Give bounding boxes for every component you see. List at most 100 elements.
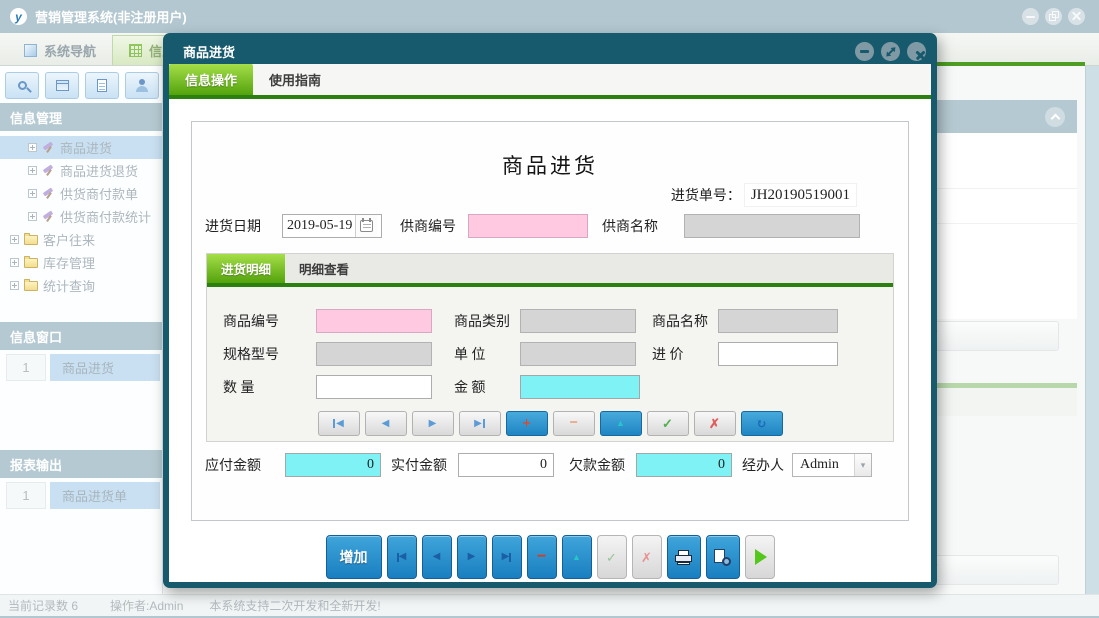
product-name-label: 商品名称 (652, 311, 716, 331)
user-icon (136, 79, 148, 92)
delete-button[interactable]: − (527, 535, 557, 579)
cancel-record-button[interactable]: ✗ (694, 411, 736, 436)
dialog-minimize-button[interactable] (855, 42, 874, 61)
next-record-button[interactable]: ▶ (412, 411, 454, 436)
paid-input[interactable]: 0 (458, 453, 554, 477)
purchase-date-field[interactable]: 2019-05-19 (282, 214, 382, 238)
status-bar: 当前记录数 6 操作者:Admin 本系统支持二次开发和全新开发! (0, 594, 1099, 616)
expand-icon[interactable] (28, 166, 37, 175)
product-code-input[interactable] (316, 309, 432, 333)
expand-icon[interactable] (10, 258, 19, 267)
dropdown-arrow-icon: ▾ (854, 454, 871, 476)
minimize-button[interactable] (1022, 8, 1039, 25)
tree-item-label: 商品进货 (60, 138, 112, 157)
add-button[interactable]: 增加 (326, 535, 382, 579)
close-button[interactable] (1068, 8, 1085, 25)
chevron-up-icon (1050, 114, 1060, 124)
order-number-value: JH20190519001 (745, 184, 856, 206)
calendar-button[interactable] (355, 215, 377, 237)
tree-item-customers[interactable]: 客户往来 (0, 228, 162, 251)
last-record-button[interactable]: ▶ (492, 535, 522, 579)
play-icon (755, 549, 767, 565)
nav-tree: 商品进货 商品进货退货 供货商付款单 供货商付款统计 客户往来 (0, 136, 162, 297)
tree-item-purchase-return[interactable]: 商品进货退货 (0, 159, 162, 182)
scrollbar[interactable] (1085, 66, 1099, 595)
tree-item-label: 统计查询 (43, 276, 95, 295)
price-input[interactable] (718, 342, 838, 366)
dialog-resize-button[interactable] (881, 42, 900, 61)
next-icon: ▶ (468, 552, 476, 562)
list-item[interactable]: 1 商品进货单 (6, 482, 160, 509)
print-button[interactable] (667, 535, 701, 579)
confirm-button[interactable]: ✓ (597, 535, 627, 579)
expand-icon[interactable] (28, 189, 37, 198)
qty-input[interactable] (316, 375, 432, 399)
operator-info: 操作者:Admin (110, 597, 183, 614)
last-record-button[interactable]: ▶ (459, 411, 501, 436)
purchase-dialog: 商品进货 信息操作 使用指南 商品进货 进货单号： JH20190519001 … (163, 33, 937, 588)
app-logo-icon: y (10, 8, 27, 25)
user-button[interactable] (125, 72, 159, 99)
tab-user-guide[interactable]: 使用指南 (253, 64, 337, 95)
delete-record-button[interactable]: − (553, 411, 595, 436)
post-record-button[interactable]: ✓ (647, 411, 689, 436)
list-item[interactable]: 1 商品进货 (6, 354, 160, 381)
edit-button[interactable]: ▲ (562, 535, 592, 579)
dialog-body: 商品进货 进货单号： JH20190519001 进货日期 2019-05-19… (169, 99, 931, 582)
collapse-button[interactable] (1045, 107, 1065, 127)
row-number: 1 (6, 354, 46, 381)
add-record-button[interactable]: + (506, 411, 548, 436)
record-count: 当前记录数 6 (8, 597, 78, 614)
prev-icon: ◀ (433, 552, 441, 562)
window-controls (1022, 8, 1089, 25)
prev-record-button[interactable]: ◀ (422, 535, 452, 579)
tree-item-supplier-payment[interactable]: 供货商付款单 (0, 182, 162, 205)
grid-icon (129, 44, 142, 57)
window-button[interactable] (45, 72, 79, 99)
expand-icon[interactable] (28, 143, 37, 152)
search-button[interactable] (5, 72, 39, 99)
tab-purchase-detail[interactable]: 进货明细 (207, 254, 285, 283)
unit-label: 单 位 (454, 344, 518, 364)
dialog-close-button[interactable] (907, 42, 926, 61)
first-record-button[interactable]: ◀ (387, 535, 417, 579)
tab-system-nav[interactable]: 系统导航 (8, 35, 112, 65)
detail-row-3: 数 量 金 额 (207, 375, 893, 399)
detail-row-1: 商品编号 商品类别 商品名称 (207, 309, 893, 333)
tree-item-statistics[interactable]: 统计查询 (0, 274, 162, 297)
tab-info-operation[interactable]: 信息操作 (169, 64, 253, 95)
first-icon: ◀ (399, 552, 407, 562)
expand-icon[interactable] (10, 281, 19, 290)
edit-icon: ▲ (572, 553, 581, 562)
cancel-button[interactable]: ✗ (632, 535, 662, 579)
document-button[interactable] (85, 72, 119, 99)
window-icon (56, 80, 69, 91)
tree-item-purchase[interactable]: 商品进货 (0, 136, 162, 159)
minus-icon: − (569, 416, 578, 431)
product-name-input (718, 309, 838, 333)
supplier-code-input[interactable] (468, 214, 588, 238)
print-preview-button[interactable] (706, 535, 740, 579)
tree-item-label: 库存管理 (43, 253, 95, 272)
tree-item-inventory[interactable]: 库存管理 (0, 251, 162, 274)
next-icon: ▶ (429, 419, 437, 429)
operator-select[interactable]: Admin ▾ (792, 453, 872, 477)
check-icon: ✓ (662, 417, 673, 430)
prev-record-button[interactable]: ◀ (365, 411, 407, 436)
edit-record-button[interactable]: ▲ (600, 411, 642, 436)
folder-icon (24, 281, 38, 291)
refresh-button[interactable]: ↻ (741, 411, 783, 436)
first-record-button[interactable]: ◀ (318, 411, 360, 436)
expand-icon[interactable] (28, 212, 37, 221)
restore-button[interactable] (1045, 8, 1062, 25)
expand-icon[interactable] (10, 235, 19, 244)
sidebar: 信息管理 商品进货 商品进货退货 供货商付款单 供货商付款统计 (0, 66, 163, 595)
tree-item-supplier-payment-stats[interactable]: 供货商付款统计 (0, 205, 162, 228)
next-record-button[interactable]: ▶ (457, 535, 487, 579)
last-icon: ▶ (502, 552, 510, 562)
order-number-label: 进货单号： (671, 185, 741, 205)
edit-icon: ▲ (616, 419, 625, 428)
run-button[interactable] (745, 535, 775, 579)
checkbox-icon (24, 44, 37, 57)
tab-detail-view[interactable]: 明细查看 (285, 254, 363, 283)
